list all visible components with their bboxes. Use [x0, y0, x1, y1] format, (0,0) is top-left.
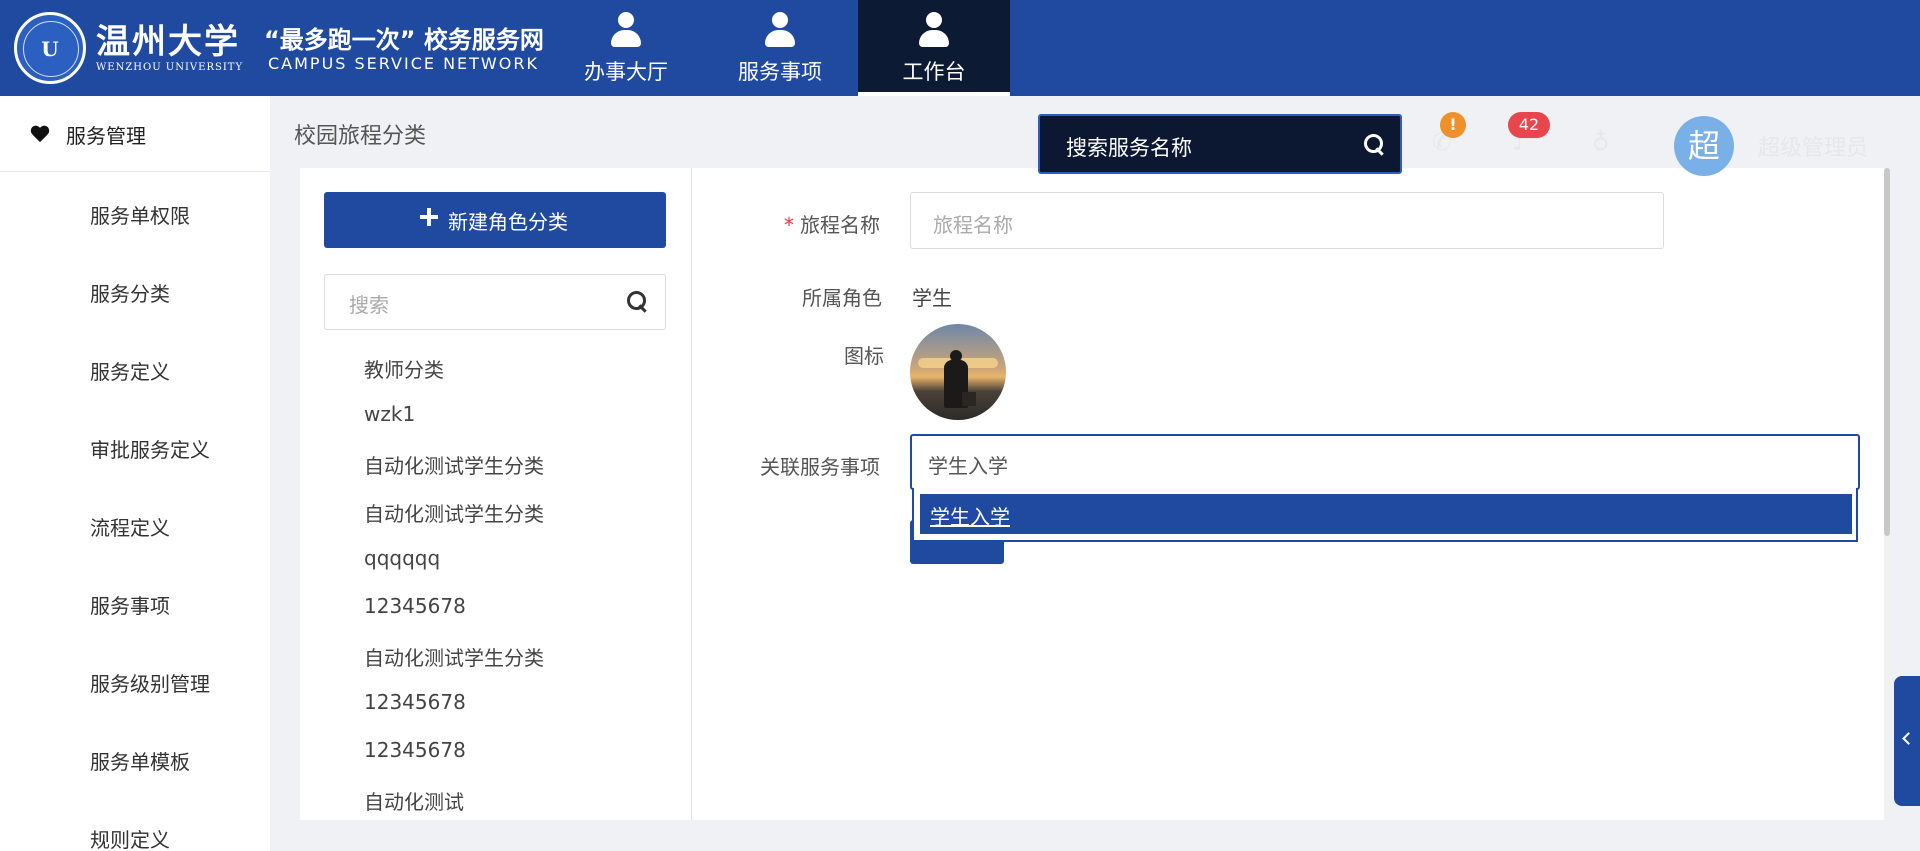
- sidebar-item-rule-definition[interactable]: 规则定义: [90, 824, 170, 851]
- journey-name-input[interactable]: 旅程名称: [910, 192, 1664, 249]
- alert-badge: !: [1440, 112, 1466, 138]
- nav-tab-label: 服务事项: [738, 60, 822, 84]
- nav-tab-label: 办事大厅: [584, 60, 668, 84]
- icon-label: 图标: [844, 344, 884, 368]
- dropdown-option[interactable]: 学生入学: [920, 494, 1852, 534]
- sidebar-item-service-category[interactable]: 服务分类: [90, 278, 170, 307]
- category-item[interactable]: 自动化测试学生分类: [364, 642, 544, 671]
- category-panel: 新建角色分类 搜索 教师分类 wzk1 自动化测试学生分类 自动化测试学生分类 …: [300, 168, 692, 820]
- related-service-input[interactable]: 学生入学: [910, 434, 1860, 490]
- nav-tab-label: 工作台: [902, 60, 966, 84]
- category-item[interactable]: 12345678: [364, 690, 466, 714]
- site-subtitle: CAMPUS SERVICE NETWORK: [268, 54, 539, 73]
- university-logo[interactable]: U: [14, 12, 86, 84]
- user-icon: [764, 12, 796, 52]
- logo-emblem: U: [41, 37, 59, 61]
- related-service-dropdown: 学生入学: [912, 488, 1858, 542]
- heart-icon: [30, 126, 50, 144]
- scrollbar-thumb[interactable]: [1884, 168, 1890, 536]
- role-label: 所属角色: [802, 286, 882, 310]
- required-mark: *: [784, 213, 794, 237]
- sidebar-item-ticket-template[interactable]: 服务单模板: [90, 746, 190, 775]
- category-search-placeholder: 搜索: [349, 293, 389, 317]
- sidebar-item-service-items[interactable]: 服务事项: [90, 590, 170, 619]
- sidebar-section-title: 服务管理: [66, 124, 146, 148]
- sidebar-item-approval-definition[interactable]: 审批服务定义: [90, 434, 210, 463]
- search-icon[interactable]: [1364, 134, 1386, 156]
- category-item[interactable]: qqqqqq: [364, 546, 440, 570]
- category-item[interactable]: 12345678: [364, 738, 466, 762]
- site-title: “最多跑一次” 校务服务网: [264, 26, 544, 54]
- university-name: 温州大学: [96, 22, 240, 62]
- new-role-category-label: 新建角色分类: [448, 210, 568, 234]
- category-item[interactable]: 自动化测试: [364, 786, 464, 815]
- sidebar-item-service-level[interactable]: 服务级别管理: [90, 668, 210, 697]
- nav-tab-service-items[interactable]: 服务事项: [704, 0, 856, 96]
- sidebar-item-service-definition[interactable]: 服务定义: [90, 356, 170, 385]
- category-search-input[interactable]: 搜索: [324, 274, 666, 330]
- chevron-left-icon: [1902, 732, 1915, 745]
- plus-icon: [420, 208, 438, 226]
- collapse-side-tab[interactable]: [1894, 676, 1920, 806]
- nav-tab-workbench[interactable]: 工作台: [858, 0, 1010, 96]
- journey-name-label: * 旅程名称: [784, 209, 880, 238]
- search-icon[interactable]: [627, 291, 649, 313]
- category-item[interactable]: 自动化测试学生分类: [364, 450, 544, 479]
- user-icon: [918, 12, 950, 52]
- user-icon: [610, 12, 642, 52]
- top-navigation-bar: U 温州大学 WENZHOU UNIVERSITY “最多跑一次” 校务服务网 …: [0, 0, 1920, 96]
- related-service-label: 关联服务事项: [760, 455, 880, 479]
- category-item[interactable]: 自动化测试学生分类: [364, 498, 544, 527]
- related-service-value: 学生入学: [928, 454, 1008, 478]
- category-item[interactable]: 12345678: [364, 594, 466, 618]
- role-value: 学生: [912, 286, 952, 310]
- user-name[interactable]: 超级管理员: [1758, 130, 1868, 162]
- sidebar-item-ticket-permission[interactable]: 服务单权限: [90, 200, 190, 229]
- journey-name-label-text: 旅程名称: [800, 213, 880, 237]
- form-scrollbar[interactable]: [1884, 168, 1890, 820]
- journey-icon-image[interactable]: [910, 324, 1006, 420]
- nav-tab-service-hall[interactable]: 办事大厅: [550, 0, 702, 96]
- sidebar: 服务管理 服务单权限 服务分类 服务定义 审批服务定义 流程定义 服务事项 服务…: [0, 96, 270, 851]
- page-title: 校园旅程分类: [294, 124, 427, 149]
- category-item[interactable]: wzk1: [364, 402, 415, 426]
- category-item[interactable]: 教师分类: [364, 354, 444, 383]
- journey-name-placeholder: 旅程名称: [933, 213, 1013, 237]
- notification-count-badge: 42: [1508, 112, 1550, 138]
- university-name-en: WENZHOU UNIVERSITY: [96, 62, 244, 73]
- sidebar-section-header[interactable]: 服务管理: [0, 96, 270, 172]
- sidebar-item-process-definition[interactable]: 流程定义: [90, 512, 170, 541]
- stethoscope-icon[interactable]: ♁: [1592, 128, 1610, 156]
- service-search-input[interactable]: 搜索服务名称: [1038, 114, 1402, 174]
- avatar[interactable]: 超: [1674, 116, 1734, 176]
- new-role-category-button[interactable]: 新建角色分类: [324, 192, 666, 248]
- service-search-placeholder: 搜索服务名称: [1066, 136, 1192, 160]
